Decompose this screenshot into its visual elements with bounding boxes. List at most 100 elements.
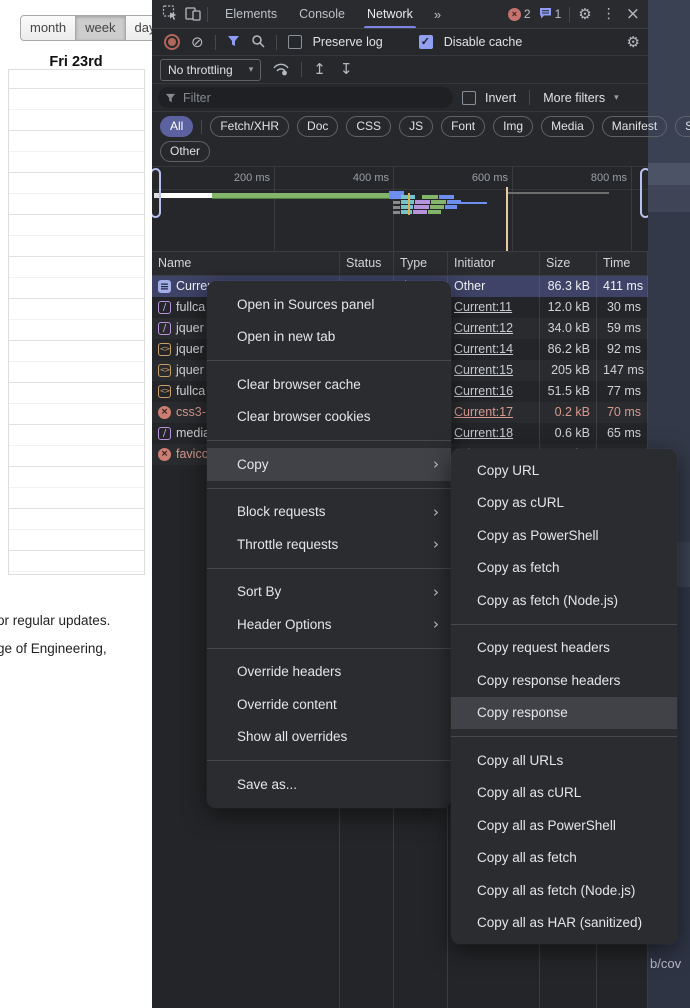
submenu-item-copy-url[interactable]: Copy URL [451,454,677,487]
copy-submenu: Copy URLCopy as cURLCopy as PowerShellCo… [451,449,677,944]
network-settings-gear-icon[interactable]: ⚙ [627,35,640,50]
menu-item-open-in-new-tab[interactable]: Open in new tab [207,321,451,354]
filter-funnel-icon[interactable] [227,35,240,49]
type-filter-all[interactable]: All [160,116,193,137]
overview-time-label: 600 ms [452,172,508,184]
settings-gear-icon[interactable]: ⚙ [578,7,591,22]
request-initiator[interactable]: Current:15 [454,363,513,377]
record-network-log-icon[interactable] [164,34,180,50]
menu-item-show-all-overrides[interactable]: Show all overrides [207,721,451,754]
error-icon: × [158,406,171,419]
request-initiator[interactable]: Current:12 [454,321,513,335]
request-initiator[interactable]: Current:17 [454,405,513,419]
submenu-item-copy-all-as-powershell[interactable]: Copy all as PowerShell [451,809,677,842]
request-initiator[interactable]: Current:14 [454,342,513,356]
error-badge-icon[interactable]: × [508,8,521,21]
calendar-view-week-button[interactable]: week [76,15,125,41]
throttling-select[interactable]: No throttling ▾ [160,59,261,81]
preserve-log-label[interactable]: Preserve log [313,35,383,49]
request-initiator[interactable]: Current:16 [454,384,513,398]
submenu-item-copy-response[interactable]: Copy response [451,697,677,730]
type-filter-doc[interactable]: Doc [297,116,338,137]
more-filters-button[interactable]: More filters [543,91,605,105]
waterfall-bar [401,205,413,209]
menu-item-save-as[interactable]: Save as... [207,768,451,801]
submenu-item-copy-all-as-curl[interactable]: Copy all as cURL [451,777,677,810]
column-header-time[interactable]: Time [597,252,648,275]
submenu-item-copy-as-fetch[interactable]: Copy as fetch [451,552,677,585]
type-filter-media[interactable]: Media [541,116,594,137]
column-header-name[interactable]: Name [152,252,340,275]
submenu-item-copy-response-headers[interactable]: Copy response headers [451,664,677,697]
issues-icon[interactable] [539,7,552,21]
type-filter-js[interactable]: JS [399,116,433,137]
menu-item-override-headers[interactable]: Override headers [207,656,451,689]
column-header-size[interactable]: Size [540,252,597,275]
menu-item-sort-by[interactable]: Sort By› [207,576,451,609]
close-devtools-icon[interactable]: × [626,6,640,23]
request-time: 147 ms [597,360,648,381]
type-filter-manifest[interactable]: Manifest [602,116,667,137]
overview-gridline [631,167,632,251]
waterfall-bar [401,210,412,214]
waterfall-bar [393,211,400,214]
menu-item-throttle-requests[interactable]: Throttle requests› [207,528,451,561]
menu-item-block-requests[interactable]: Block requests› [207,496,451,529]
kebab-menu-icon[interactable]: ⋮ [595,7,623,21]
network-conditions-icon[interactable] [272,62,290,78]
export-har-icon[interactable]: ↧ [340,62,353,77]
waterfall-bar [431,200,446,204]
menu-item-copy[interactable]: Copy› [207,448,451,481]
disable-cache-label[interactable]: Disable cache [444,35,523,49]
preserve-log-checkbox[interactable] [288,35,302,49]
type-filter-other[interactable]: Other [160,141,210,162]
filter-placeholder: Filter [183,91,211,105]
submenu-item-copy-all-urls[interactable]: Copy all URLs [451,744,677,777]
column-header-type[interactable]: Type [394,252,448,275]
waterfall-bar [393,206,400,209]
network-overview-timeline[interactable]: 200 ms400 ms600 ms800 ms [152,167,648,252]
search-icon[interactable] [251,34,265,50]
invert-label[interactable]: Invert [485,91,516,105]
calendar-view-month-button[interactable]: month [20,15,76,41]
device-toolbar-icon[interactable] [185,6,201,23]
menu-item-label: Copy [237,457,269,472]
type-filter-css[interactable]: CSS [346,116,391,137]
column-header-initiator[interactable]: Initiator [448,252,540,275]
tab-console[interactable]: Console [288,0,356,28]
overview-right-handle[interactable] [640,168,648,218]
submenu-item-copy-as-fetch-node-js[interactable]: Copy as fetch (Node.js) [451,584,677,617]
column-header-status[interactable]: Status [340,252,394,275]
overview-left-handle[interactable] [152,168,161,218]
submenu-item-copy-as-curl[interactable]: Copy as cURL [451,487,677,520]
type-filter-font[interactable]: Font [441,116,485,137]
type-filter-img[interactable]: Img [493,116,533,137]
submenu-item-copy-request-headers[interactable]: Copy request headers [451,632,677,665]
calendar-grid[interactable] [8,69,145,575]
request-initiator[interactable]: Current:18 [454,426,513,440]
type-filter-fetch-xhr[interactable]: Fetch/XHR [210,116,289,137]
request-time: 411 ms [597,276,648,297]
request-initiator[interactable]: Current:11 [454,300,512,314]
menu-item-header-options[interactable]: Header Options› [207,608,451,641]
filter-input[interactable]: Filter [158,87,453,108]
submenu-item-copy-all-as-fetch-node-js[interactable]: Copy all as fetch (Node.js) [451,874,677,907]
tab-network[interactable]: Network [356,0,424,28]
submenu-item-copy-all-as-fetch[interactable]: Copy all as fetch [451,842,677,875]
more-tabs-icon[interactable]: » [430,7,445,22]
page-band [648,185,690,212]
type-filter-socket[interactable]: Socket [675,116,690,137]
submenu-item-copy-as-powershell[interactable]: Copy as PowerShell [451,519,677,552]
menu-item-open-in-sources-panel[interactable]: Open in Sources panel [207,288,451,321]
tab-elements[interactable]: Elements [214,0,288,28]
inspect-element-icon[interactable] [162,5,179,23]
disable-cache-checkbox[interactable] [419,35,433,49]
invert-checkbox[interactable] [462,91,476,105]
menu-item-clear-browser-cache[interactable]: Clear browser cache [207,368,451,401]
menu-item-clear-browser-cookies[interactable]: Clear browser cookies [207,401,451,434]
menu-item-override-content[interactable]: Override content [207,688,451,721]
divider [569,7,570,22]
clear-network-log-icon[interactable]: ⊘ [191,35,204,50]
submenu-item-copy-all-as-har-sanitized[interactable]: Copy all as HAR (sanitized) [451,907,677,940]
import-har-icon[interactable]: ↥ [313,62,326,77]
